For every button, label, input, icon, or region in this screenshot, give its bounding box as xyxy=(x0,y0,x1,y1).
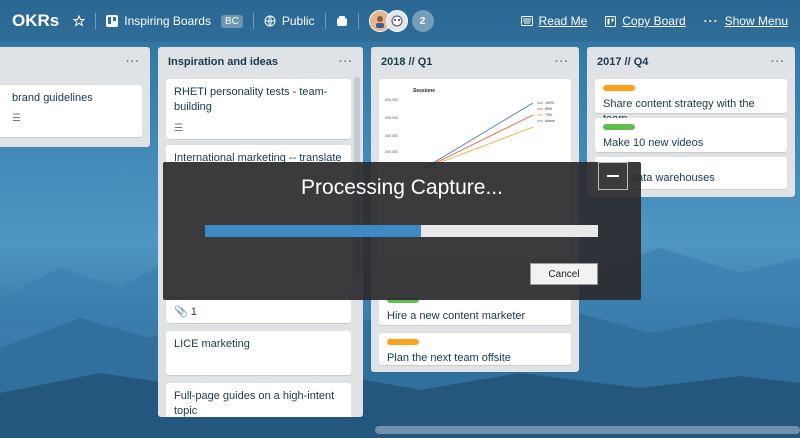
separator xyxy=(324,13,326,29)
progress-fill xyxy=(205,225,422,237)
card-title: brand guidelines xyxy=(12,92,93,104)
star-icon[interactable] xyxy=(73,15,86,27)
chart-ytick: 300,000 xyxy=(385,134,398,138)
label-orange xyxy=(603,85,635,91)
card[interactable]: Plan the next team offsite xyxy=(379,333,571,365)
dialog-title: Processing Capture... xyxy=(301,176,503,199)
list-header: Inspiration and ideas ··· xyxy=(158,47,363,77)
board-horizontal-scrollbar[interactable] xyxy=(375,426,800,434)
description-icon: ☰ xyxy=(174,122,183,134)
chart-legend: Actual xyxy=(545,119,555,123)
board-icon xyxy=(605,15,617,27)
chart-line-100 xyxy=(422,102,534,170)
board-header: OKRs Inspiring Boards BC Public 2 Read M… xyxy=(0,0,800,42)
attachment-count: 1 xyxy=(190,306,197,318)
member-count[interactable]: 2 xyxy=(411,10,434,32)
separator xyxy=(95,13,97,29)
card-title: LICE marketing xyxy=(174,338,250,350)
chart-ytick: 200,000 xyxy=(385,150,398,154)
card-title: Full-page guides on a high-intent topic xyxy=(174,390,335,417)
team-badge: BC xyxy=(220,14,243,28)
list-header: ··· xyxy=(0,47,150,77)
globe-icon xyxy=(264,15,276,27)
show-menu-button[interactable]: ··· Show Menu xyxy=(704,14,788,28)
attachment-icon: 📎 xyxy=(174,306,188,318)
read-me-label: Read Me xyxy=(538,14,588,28)
card-title: data warehouses xyxy=(631,172,715,184)
list-title: 2018 // Q1 xyxy=(381,56,433,68)
card-title: Plan the next team offsite xyxy=(387,352,511,364)
card-title: Make 10 new videos xyxy=(603,137,704,149)
card[interactable]: brand guidelines ☰ xyxy=(0,85,142,137)
trello-board-icon xyxy=(106,15,119,27)
keyboard-icon xyxy=(520,16,533,26)
separator xyxy=(252,13,254,29)
list-header: 2018 // Q1 ··· xyxy=(371,47,579,77)
chart-title: Sessions xyxy=(413,88,435,94)
member-avatar[interactable] xyxy=(385,10,408,32)
sessions-chart: Sessions 600,000 400,000 300,000 200,000… xyxy=(385,88,555,170)
description-icon: ☰ xyxy=(12,113,21,125)
team-button[interactable]: Inspiring Boards BC xyxy=(106,14,243,28)
copy-board-button[interactable]: Copy Board xyxy=(605,14,686,28)
list-menu-icon[interactable]: ··· xyxy=(771,56,785,68)
card[interactable]: RHETI personality tests - team-building … xyxy=(166,79,351,139)
separator xyxy=(357,13,359,29)
card[interactable]: LICE marketing xyxy=(166,331,351,375)
progress-bar xyxy=(205,225,598,237)
chart-ytick: 600,000 xyxy=(385,98,398,102)
read-me-button[interactable]: Read Me xyxy=(520,14,588,28)
list: ··· brand guidelines ☰ xyxy=(0,47,150,147)
label-green xyxy=(603,124,635,130)
minimize-button[interactable] xyxy=(598,162,628,190)
list-menu-icon[interactable]: ··· xyxy=(339,56,353,68)
card[interactable]: Share content strategy with the team xyxy=(595,79,787,125)
visibility-button[interactable]: Public xyxy=(264,14,315,28)
card[interactable]: Make 10 new videos xyxy=(595,118,787,152)
chart-line-85 xyxy=(422,114,534,170)
list-header: 2017 // Q4 ··· xyxy=(587,47,795,77)
team-name: Inspiring Boards xyxy=(124,14,211,28)
more-icon: ··· xyxy=(703,14,719,28)
cancel-button[interactable]: Cancel xyxy=(530,263,598,285)
card[interactable]: 📎 1 xyxy=(166,299,351,323)
visibility-label: Public xyxy=(281,14,315,28)
copy-board-label: Copy Board xyxy=(622,14,686,28)
card[interactable]: Full-page guides on a high-intent topic xyxy=(166,383,351,417)
minimize-icon xyxy=(607,175,619,177)
chart-legend: 70% xyxy=(545,113,552,117)
chart-legend: 100% xyxy=(545,101,554,105)
board-title[interactable]: OKRs xyxy=(12,11,59,31)
list-title: 2017 // Q4 xyxy=(597,56,649,68)
chart-legend: 85% xyxy=(545,107,552,111)
label-orange xyxy=(387,339,419,345)
processing-dialog: Processing Capture... Cancel xyxy=(163,162,641,300)
list-menu-icon[interactable]: ··· xyxy=(126,56,140,68)
show-menu-label: Show Menu xyxy=(724,14,788,28)
card-title: Hire a new content marketer xyxy=(387,310,526,322)
list-title: Inspiration and ideas xyxy=(168,56,279,68)
chart-ytick: 400,000 xyxy=(385,116,398,120)
list-menu-icon[interactable]: ··· xyxy=(555,56,569,68)
card-title: RHETI personality tests - team-building xyxy=(174,86,328,114)
team-icon[interactable] xyxy=(336,15,348,27)
